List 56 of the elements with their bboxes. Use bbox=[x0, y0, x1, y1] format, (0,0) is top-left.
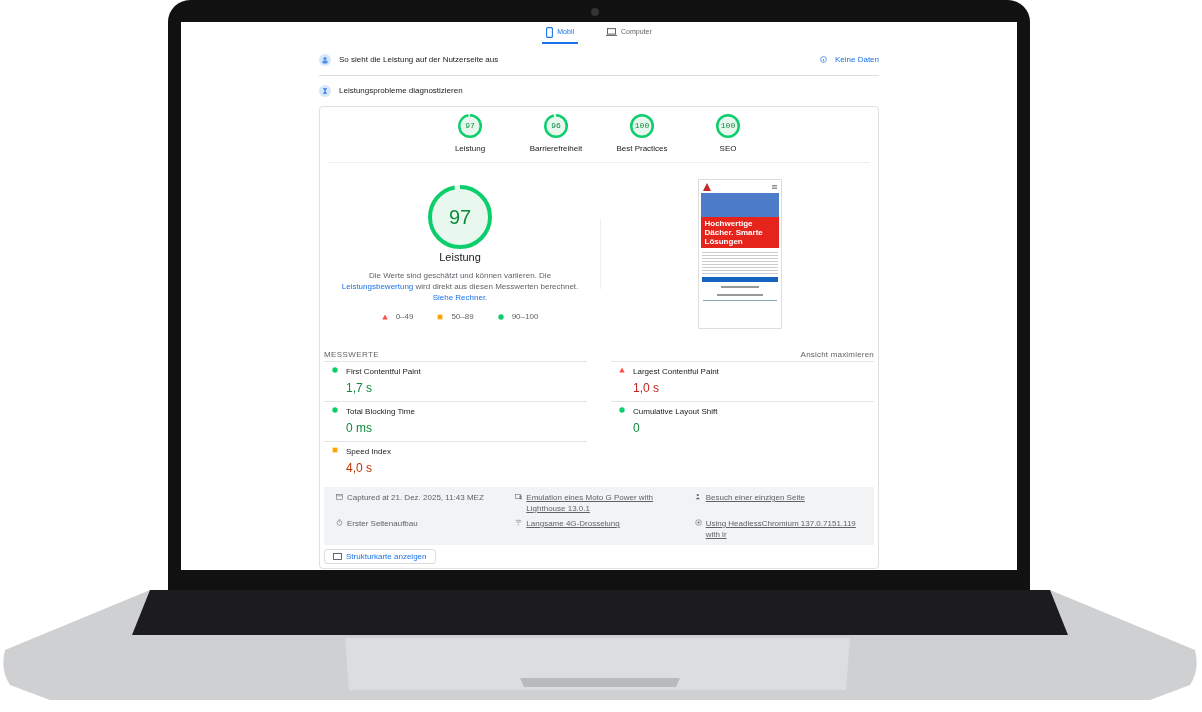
category-label: Best Practices bbox=[616, 143, 668, 155]
section-title: So sieht die Leistung auf der Nutzerseite aus bbox=[339, 53, 499, 66]
legend-range: 90–100 bbox=[511, 310, 539, 323]
phone-icon bbox=[546, 26, 554, 38]
laptop-icon bbox=[606, 28, 617, 36]
no-data-label: Keine Daten bbox=[834, 53, 879, 66]
treemap-icon bbox=[333, 553, 342, 560]
metric-name: First Contentful Paint bbox=[346, 366, 421, 378]
category-label: Leistung bbox=[454, 143, 486, 155]
info-link[interactable]: Using HeadlessChromium 137.0.7151.119 with lr bbox=[705, 518, 862, 540]
text-line bbox=[720, 286, 759, 288]
link[interactable]: Leistungsbewertung bbox=[341, 281, 414, 291]
metric-name: Cumulative Layout Shift bbox=[633, 406, 718, 418]
triangle-icon bbox=[381, 313, 388, 320]
metric-value: 1,0 s bbox=[633, 380, 660, 397]
category-label: Barrierefreiheit bbox=[529, 143, 583, 155]
score-value: 100 bbox=[633, 120, 651, 132]
info-text: Captured at 21. Dez. 2025, 11:43 MEZ bbox=[347, 492, 484, 503]
circle-icon bbox=[497, 313, 504, 320]
treemap-button[interactable]: Strukturkarte anzeigen bbox=[324, 549, 436, 564]
menu-icon bbox=[771, 184, 777, 189]
info-link[interactable]: Besuch einer einzigen Seite bbox=[705, 492, 805, 503]
camera-icon bbox=[591, 8, 599, 16]
description-text: Die Werte sind geschätzt und können variieren. Die Leistungsbewertung wird direkt aus diesen Messwerten berechnet. Siehe Rechner. bbox=[340, 269, 580, 303]
score-value: 97 bbox=[447, 205, 473, 231]
info-link[interactable]: Emulation eines Moto G Power with Lighthouse 13.0.1 bbox=[526, 492, 683, 514]
text-line bbox=[716, 294, 763, 296]
metric-name: Total Blocking Time bbox=[346, 406, 415, 418]
devices-icon bbox=[515, 493, 523, 500]
category-label: SEO bbox=[719, 143, 737, 155]
metric-value: 1,7 s bbox=[346, 380, 373, 397]
logo-icon bbox=[702, 182, 711, 191]
link[interactable]: Siehe Rechner. bbox=[432, 292, 488, 302]
score-value: 100 bbox=[719, 120, 737, 132]
metric-value: 4,0 s bbox=[346, 460, 373, 477]
metric-name: Largest Contentful Paint bbox=[633, 366, 719, 378]
calendar-icon bbox=[336, 493, 343, 500]
timer-icon bbox=[336, 519, 343, 526]
score-value: 96 bbox=[550, 120, 562, 132]
info-icon bbox=[819, 56, 827, 63]
section-title: Leistungsprobleme diagnostizieren bbox=[339, 85, 463, 97]
browser-icon bbox=[694, 519, 702, 526]
metric-value: 0 bbox=[633, 420, 641, 437]
info-link[interactable]: Langsame 4G-Drosselung bbox=[526, 518, 620, 529]
legend-range: 0–49 bbox=[395, 310, 414, 323]
metric-name: Speed Index bbox=[346, 446, 391, 458]
signal-icon bbox=[515, 519, 523, 526]
metrics-heading: MESSWERTE bbox=[324, 349, 379, 361]
expand-view-link[interactable]: Ansicht maximieren bbox=[800, 349, 874, 361]
gauge-label: Leistung bbox=[439, 250, 481, 266]
metric-value: 0 ms bbox=[346, 420, 373, 437]
hero-headline: Hochwertige Dächer. Smarte Lösungen bbox=[700, 217, 779, 248]
person-icon bbox=[694, 493, 702, 500]
score-value: 97 bbox=[464, 120, 476, 132]
info-text: Erster Seitenaufbau bbox=[347, 518, 418, 529]
legend-range: 50–89 bbox=[451, 310, 474, 323]
